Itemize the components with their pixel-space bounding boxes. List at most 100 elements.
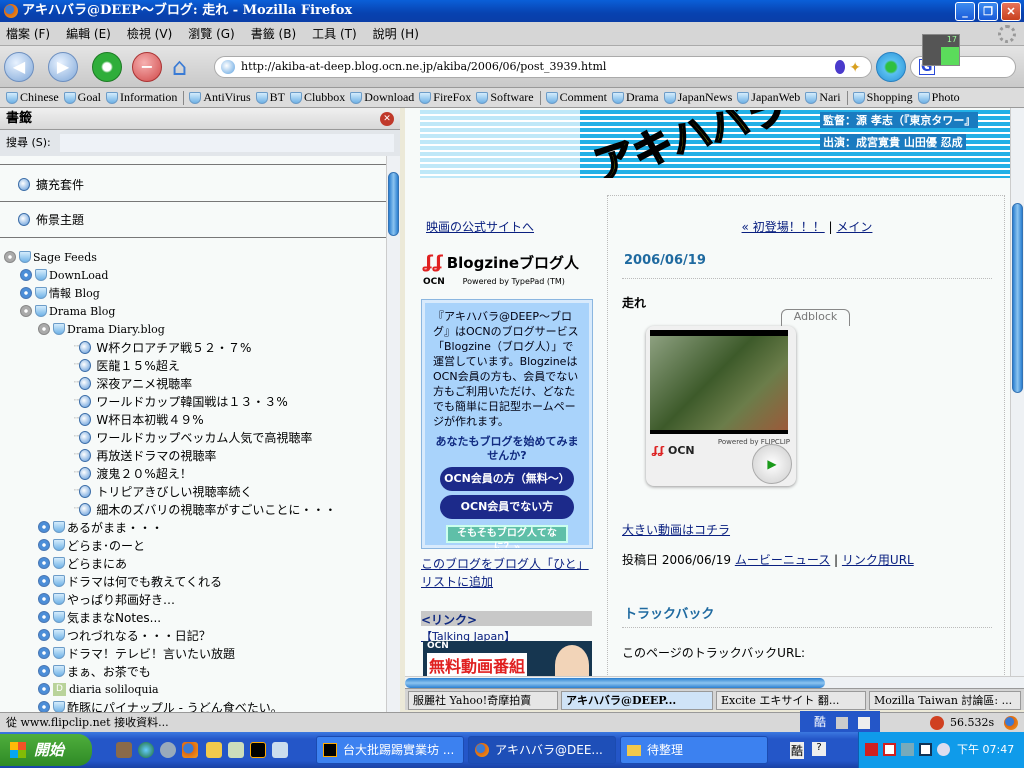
- tree-item[interactable]: ┈ 細木のズバリの視聴率がすごいことに・・・: [74, 500, 336, 518]
- bookmark-download[interactable]: Download: [350, 90, 414, 105]
- bookmark-clubbox[interactable]: Clubbox: [289, 90, 345, 105]
- bookmark-chinese[interactable]: Chinese: [6, 90, 59, 105]
- sidebar-link-extensions[interactable]: 擴充套件: [18, 176, 84, 193]
- tree-item[interactable]: ドラマ！テレビ！言いたい放題: [38, 644, 235, 662]
- close-sidebar-icon[interactable]: ✕: [380, 112, 394, 126]
- non-member-button[interactable]: OCN会員でない方: [440, 495, 574, 519]
- collapse-icon[interactable]: [20, 305, 32, 317]
- sidebar-scrollbar[interactable]: [386, 156, 400, 712]
- quicklaunch-pcman-icon[interactable]: [250, 742, 266, 758]
- tree-item[interactable]: ┈ ワールドカップ韓国戦は１３・３%: [74, 392, 288, 410]
- bookmark-information[interactable]: Information: [106, 90, 177, 105]
- menu-help[interactable]: 說明 (H): [373, 25, 419, 42]
- sidebar-link-themes[interactable]: 佈景主題: [18, 211, 84, 228]
- home-button[interactable]: ⌂: [172, 52, 202, 82]
- page-horizontal-scrollbar[interactable]: [405, 676, 1024, 688]
- what-is-blogzine-button[interactable]: そもそもブログ人てなに？»: [446, 525, 568, 553]
- tray-icon[interactable]: [865, 743, 878, 756]
- tree-item[interactable]: ┈ 医龍１５%超え: [74, 356, 180, 374]
- blogzine-logo[interactable]: ʆʆ Blogzineブログ人 OCN Powered by TypePad (…: [423, 252, 598, 287]
- tab-3[interactable]: Mozilla Taiwan 討論區: ...: [869, 691, 1021, 710]
- add-to-list-link[interactable]: このブログをブログ人「ひと」リストに追加: [421, 555, 596, 591]
- firefox-status-icon[interactable]: [1004, 716, 1018, 730]
- bookmark-software[interactable]: Software: [476, 90, 534, 105]
- close-button[interactable]: ✕: [1001, 2, 1021, 21]
- taskbar-task-ptt[interactable]: 台大批踢踢實業坊 ...: [316, 736, 464, 764]
- tab-1[interactable]: アキハバラ@DEEP...: [561, 691, 713, 710]
- expand-icon[interactable]: [38, 647, 50, 659]
- menu-tools[interactable]: 工具 (T): [312, 25, 357, 42]
- adblock-tab[interactable]: Adblock: [781, 309, 850, 326]
- reload-button[interactable]: [92, 52, 122, 82]
- tree-item[interactable]: 情報 Blog: [20, 284, 100, 302]
- bookmark-shopping[interactable]: Shopping: [852, 90, 913, 105]
- expand-icon[interactable]: [20, 287, 32, 299]
- quicklaunch-icon[interactable]: [160, 742, 176, 758]
- bookmark-photo[interactable]: Photo: [917, 90, 960, 105]
- start-button[interactable]: 開始: [0, 734, 92, 766]
- ime-mode-icon[interactable]: [835, 716, 848, 729]
- tree-item[interactable]: DownLoad: [20, 266, 108, 284]
- tree-item[interactable]: 酢豚にパイナップル - うどん食べたい。: [38, 698, 283, 712]
- bookmark-firefox[interactable]: FireFox: [419, 90, 471, 105]
- menu-go[interactable]: 瀏覽 (G): [188, 25, 234, 42]
- timer-extension-icon[interactable]: [930, 716, 944, 730]
- quicklaunch-icon[interactable]: [116, 742, 132, 758]
- scrollbar-thumb[interactable]: [388, 172, 399, 236]
- expand-icon[interactable]: [38, 557, 50, 569]
- quicklaunch-firefox-icon[interactable]: [182, 742, 198, 758]
- expand-icon[interactable]: [38, 521, 50, 533]
- url-bar[interactable]: http://akiba-at-deep.blog.ocn.ne.jp/akib…: [214, 56, 872, 78]
- ime-indicator[interactable]: 酷: [790, 742, 805, 759]
- collapse-icon[interactable]: [38, 323, 50, 335]
- minimize-button[interactable]: _: [955, 2, 975, 21]
- tree-item[interactable]: どらま･のーと: [38, 536, 145, 554]
- expand-icon[interactable]: [38, 629, 50, 641]
- tray-messenger-icon[interactable]: [937, 743, 950, 756]
- official-site-link[interactable]: 映画の公式サイトへ: [426, 218, 534, 235]
- scrollbar-thumb[interactable]: [1012, 203, 1023, 393]
- bookmark-nari[interactable]: Nari: [805, 90, 841, 105]
- video-player[interactable]: Powered by FLIPCLIP ʆʆ OCN ▶: [646, 326, 796, 486]
- scrollbar-thumb[interactable]: [405, 678, 825, 688]
- ime-toolbar[interactable]: 酷: [800, 711, 880, 733]
- tree-item[interactable]: ┈ トリピアきびしい視聴率続く: [74, 482, 252, 500]
- page-vertical-scrollbar[interactable]: [1010, 108, 1024, 676]
- expand-icon[interactable]: [38, 683, 50, 695]
- menu-file[interactable]: 檔案 (F): [6, 25, 50, 42]
- tree-item[interactable]: Drama Blog: [20, 302, 115, 320]
- bookmark-japanweb[interactable]: JapanWeb: [737, 90, 800, 105]
- expand-icon[interactable]: [38, 575, 50, 587]
- bookmark-drama[interactable]: Drama: [611, 90, 659, 105]
- sidebar-search-input[interactable]: [60, 134, 394, 152]
- tree-item[interactable]: まぁ、お茶でも: [38, 662, 151, 680]
- restore-button[interactable]: ❐: [978, 2, 998, 21]
- menu-edit[interactable]: 編輯 (E): [66, 25, 111, 42]
- tab-2[interactable]: Excite エキサイト 翻...: [716, 691, 866, 710]
- expand-icon[interactable]: [38, 611, 50, 623]
- tree-item[interactable]: ┈ 渡鬼２０%超え！: [74, 464, 192, 482]
- tree-item[interactable]: ┈ ワールドカップベッカム人気で高視聴率: [74, 428, 312, 446]
- collapse-icon[interactable]: [4, 251, 16, 263]
- tree-item[interactable]: ┈ W杯日本初戦４９%: [74, 410, 204, 428]
- tray-icon[interactable]: [919, 743, 932, 756]
- quicklaunch-folder-icon[interactable]: [206, 742, 222, 758]
- taskbar-task-folder[interactable]: 待整理: [620, 736, 768, 764]
- tree-item[interactable]: Drama Diary.blog: [38, 320, 165, 338]
- tree-item[interactable]: ┈ 深夜アニメ視聴率: [74, 374, 192, 392]
- large-video-link[interactable]: 大きい動画はコチラ: [622, 521, 730, 538]
- play-button[interactable]: ▶: [752, 444, 792, 484]
- tree-item[interactable]: Ddiaria soliloquia: [38, 680, 159, 698]
- taskbar-task-firefox[interactable]: アキハバラ@DEE...: [468, 736, 616, 764]
- tree-item[interactable]: やっぱり邦画好き…: [38, 590, 175, 608]
- category-link[interactable]: ムービーニュース: [735, 553, 830, 567]
- expand-icon[interactable]: [38, 701, 50, 712]
- ocn-video-ad[interactable]: OCN 無料動画番組: [423, 641, 592, 681]
- main-page-link[interactable]: メイン: [836, 220, 872, 234]
- expand-icon[interactable]: [38, 539, 50, 551]
- tree-item[interactable]: あるがまま・・・: [38, 518, 163, 536]
- ime-indicator[interactable]: 酷: [814, 715, 826, 729]
- bookmark-antivirus[interactable]: AntiVirus: [189, 90, 251, 105]
- tree-item[interactable]: ┈ 再放送ドラマの視聴率: [74, 446, 216, 464]
- forward-button[interactable]: ▶: [48, 52, 78, 82]
